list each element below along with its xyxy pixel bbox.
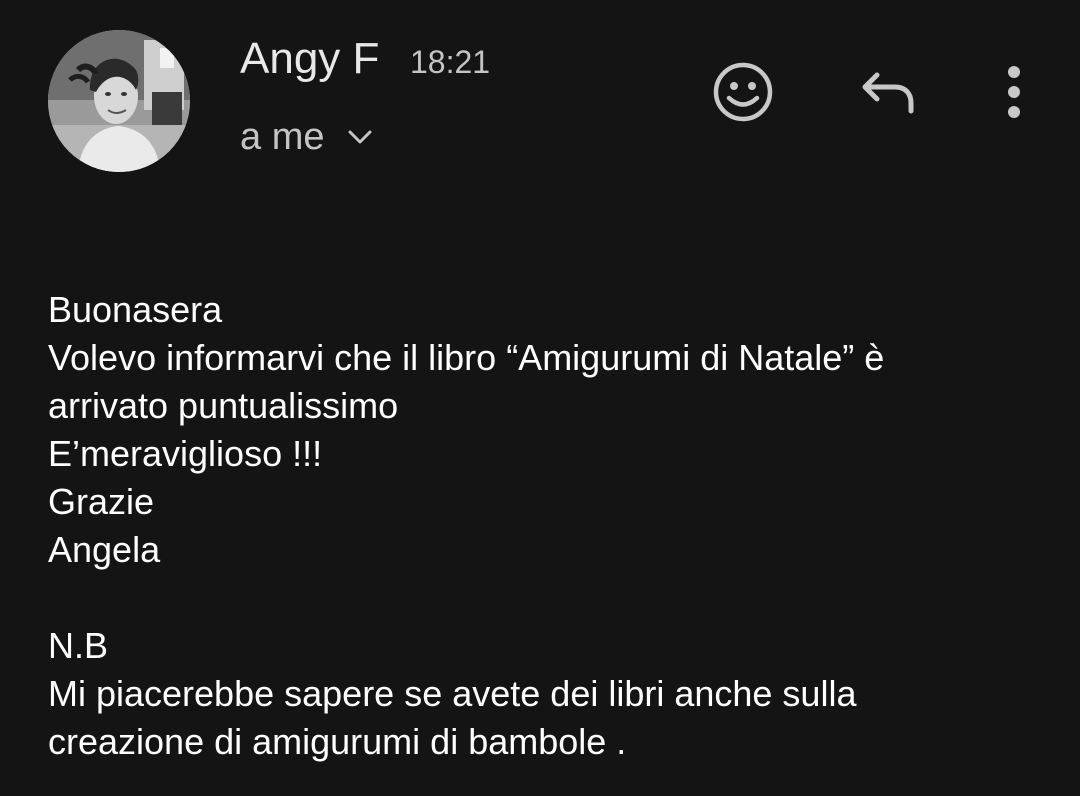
recipient-label: a me <box>240 115 325 158</box>
body-line: Angela <box>48 529 161 570</box>
reply-arrow-icon <box>859 69 917 120</box>
message-body: Buonasera Volevo informarvi che il libro… <box>48 286 1038 766</box>
more-options-button[interactable] <box>978 58 1050 130</box>
chevron-down-icon <box>346 127 374 147</box>
smiley-face-icon <box>712 61 774 128</box>
recipient-details-toggle[interactable]: a me <box>240 112 374 162</box>
body-line: Volevo informarvi che il libro “Amigurum… <box>48 337 885 378</box>
sender-avatar[interactable] <box>48 30 190 172</box>
sender-name: Angy F <box>240 34 380 83</box>
body-blank-line <box>48 574 1038 622</box>
avatar-photo <box>48 30 190 172</box>
body-line: Grazie <box>48 481 155 522</box>
body-line: creazione di amigurumi di bambole . <box>48 721 627 762</box>
add-reaction-button[interactable] <box>707 58 779 130</box>
body-line: Mi piacerebbe sapere se avete dei libri … <box>48 673 857 714</box>
more-vert-icon <box>1004 64 1024 125</box>
message-time: 18:21 <box>410 44 491 80</box>
body-line: N.B <box>48 625 109 666</box>
body-line: arrivato puntualissimo <box>48 385 399 426</box>
body-line: Buonasera <box>48 289 223 330</box>
reply-button[interactable] <box>852 58 924 130</box>
message-header: Angy F 18:21 a me <box>0 0 1080 200</box>
body-line: E’meraviglioso !!! <box>48 433 323 474</box>
